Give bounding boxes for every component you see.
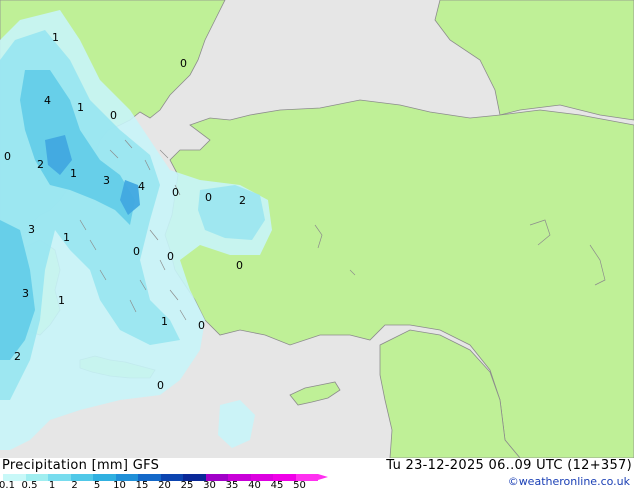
value-label: 3 — [28, 223, 35, 236]
colorbar-tick-label: 1 — [48, 480, 56, 491]
value-label: 1 — [52, 31, 59, 44]
colorbar-tick-label: 45 — [270, 480, 284, 491]
value-label: 0 — [180, 57, 187, 70]
value-label: 0 — [133, 245, 140, 258]
colorbar-tick-label: 40 — [248, 480, 261, 491]
value-label: 0 — [167, 250, 174, 263]
precipitation-map: 1 4 1 0 0 2 1 3 4 0 0 2 3 1 0 0 0 3 1 1 … — [0, 0, 634, 458]
map-title: Precipitation [mm] GFS — [2, 458, 160, 473]
colorbar-tick-label: 35 — [225, 480, 239, 491]
colorbar-tick-label: 15 — [135, 480, 149, 491]
value-label: 0 — [198, 319, 205, 332]
value-label: 1 — [70, 167, 77, 180]
value-label: 2 — [37, 158, 44, 171]
colorbar-tick-label: 10 — [113, 480, 126, 491]
credit-link[interactable]: ©weatheronline.co.uk — [508, 475, 630, 488]
colorbar-tick-label: 5 — [93, 480, 101, 491]
run-timestamp: Tu 23-12-2025 06..09 UTC (12+357) — [386, 458, 632, 473]
value-label: 0 — [4, 150, 11, 163]
value-label: 1 — [63, 231, 70, 244]
value-label: 0 — [110, 109, 117, 122]
value-label: 1 — [161, 315, 168, 328]
colorbar-tick-label: 25 — [180, 480, 194, 491]
value-label: 0 — [236, 259, 243, 272]
value-label: 0 — [205, 191, 212, 204]
value-label: 1 — [77, 101, 84, 114]
value-label: 2 — [14, 350, 21, 363]
value-label: 3 — [22, 287, 29, 300]
colorbar-tick-label: 30 — [203, 480, 216, 491]
value-label: 1 — [58, 294, 65, 307]
colorbar-tick-label: 0.1 — [0, 480, 15, 491]
colorbar-arrow-icon — [318, 474, 328, 480]
colorbar-tick-label: 50 — [293, 480, 306, 491]
value-label: 0 — [157, 379, 164, 392]
colorbar-tick-label: 0.5 — [21, 480, 38, 491]
value-label: 4 — [44, 94, 51, 107]
value-label: 2 — [239, 194, 246, 207]
colorbar-tick-label: 2 — [71, 480, 78, 491]
value-label: 3 — [103, 174, 110, 187]
colorbar-tick-label: 20 — [158, 480, 171, 491]
value-label: 0 — [172, 186, 179, 199]
value-label: 4 — [138, 180, 145, 193]
legend-footer: Precipitation [mm] GFS Tu 23-12-2025 06.… — [0, 458, 634, 491]
